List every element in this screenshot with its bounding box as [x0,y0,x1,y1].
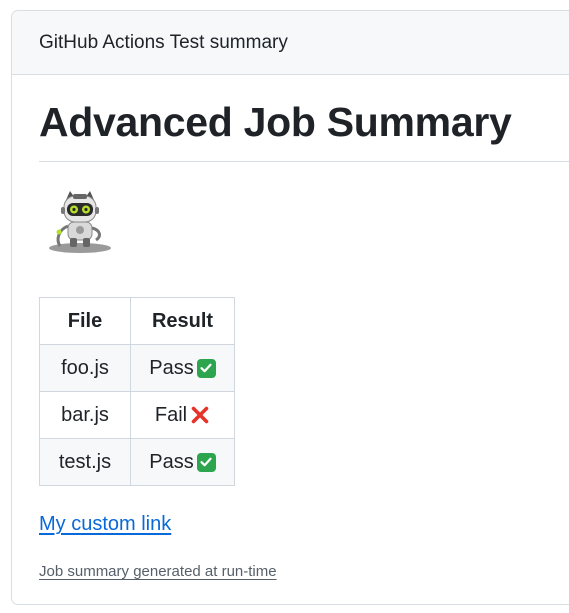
result-cell: Pass [130,344,235,393]
result-label: Fail [154,403,188,426]
summary-body: Advanced Job Summary File Result foo.js … [12,99,569,580]
file-cell: foo.js [39,344,131,393]
check-mark-icon [196,452,216,472]
summary-footnote-link[interactable]: Job summary generated at run-time [39,563,569,580]
summary-header-title: GitHub Actions Test summary [39,31,288,53]
table-row: bar.js Fail [39,391,235,440]
table-row: test.js Pass [39,438,235,487]
table-header-row: File Result [39,297,235,346]
custom-link[interactable]: My custom link [39,513,171,536]
cross-mark-icon [190,405,210,425]
page-title: Advanced Job Summary [39,99,569,163]
job-summary-card: GitHub Actions Test summary Advanced Job… [11,10,569,605]
result-label: Pass [149,450,194,473]
result-cell: Pass [130,438,235,487]
file-cell: test.js [39,438,131,487]
table-row: foo.js Pass [39,344,235,393]
column-header-result: Result [130,297,235,346]
result-label: Pass [149,356,194,379]
result-cell: Fail [130,391,235,440]
column-header-file: File [39,297,131,346]
octocat-robot-icon [49,191,111,254]
summary-header: GitHub Actions Test summary [12,11,569,75]
check-mark-icon [196,358,216,378]
results-table: File Result foo.js Pass bar.js Fail test… [39,297,235,487]
file-cell: bar.js [39,391,131,440]
